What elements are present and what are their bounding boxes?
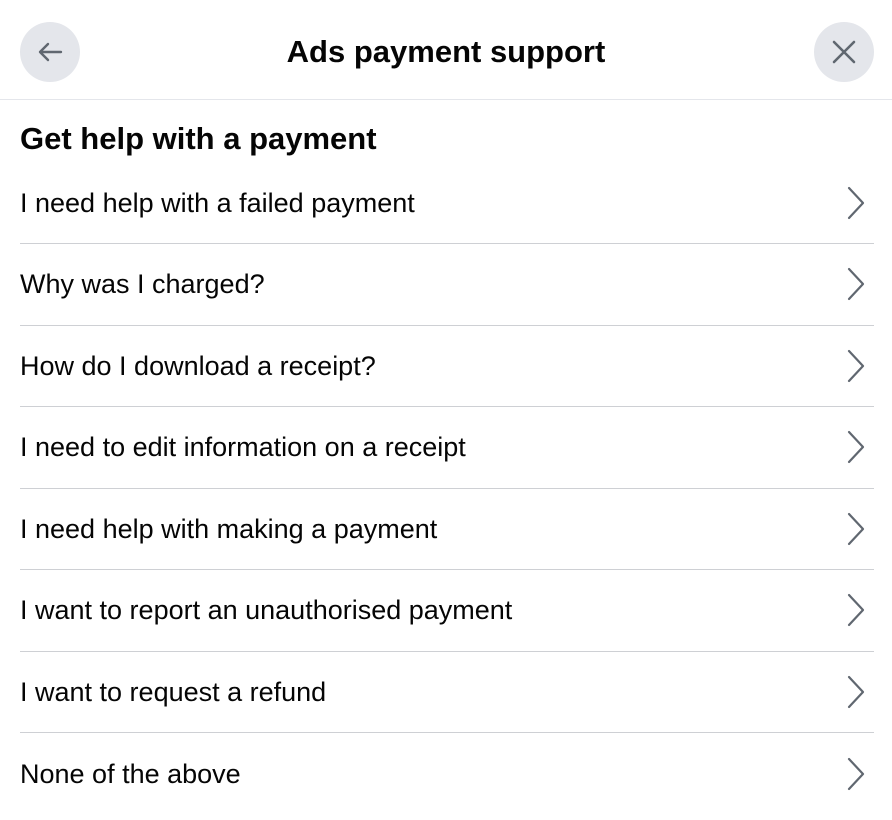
chevron-right-icon [846, 756, 866, 792]
option-none-of-above[interactable]: None of the above [20, 733, 874, 815]
list-item-label: I need to edit information on a receipt [20, 432, 466, 463]
help-options-list: I need help with a failed payment Why wa… [20, 163, 874, 815]
option-making-payment[interactable]: I need help with making a payment [20, 489, 874, 570]
page-title: Ads payment support [286, 34, 606, 69]
option-failed-payment[interactable]: I need help with a failed payment [20, 163, 874, 244]
section-title: Get help with a payment [20, 121, 377, 156]
chevron-right-icon [846, 429, 866, 465]
header: Ads payment support [0, 0, 892, 100]
list-item-label: None of the above [20, 758, 241, 789]
option-edit-receipt[interactable]: I need to edit information on a receipt [20, 407, 874, 489]
close-button[interactable] [814, 22, 874, 82]
option-unauthorised-payment[interactable]: I want to report an unauthorised payment [20, 570, 874, 652]
chevron-right-icon [846, 511, 866, 547]
chevron-right-icon [846, 592, 866, 628]
list-item-label: I need help with making a payment [20, 513, 438, 544]
list-item-label: Why was I charged? [20, 269, 265, 300]
chevron-right-icon [846, 266, 866, 302]
chevron-right-icon [846, 348, 866, 384]
close-icon [832, 40, 856, 64]
list-item-label: I want to request a refund [20, 676, 327, 707]
list-item-label: How do I download a receipt? [20, 350, 376, 381]
chevron-right-icon [846, 185, 866, 221]
chevron-right-icon [846, 674, 866, 710]
option-download-receipt[interactable]: How do I download a receipt? [20, 326, 874, 407]
list-item-label: I need help with a failed payment [20, 188, 415, 218]
option-request-refund[interactable]: I want to request a refund [20, 652, 874, 733]
list-item-label: I want to report an unauthorised payment [20, 595, 513, 626]
option-why-charged[interactable]: Why was I charged? [20, 244, 874, 326]
